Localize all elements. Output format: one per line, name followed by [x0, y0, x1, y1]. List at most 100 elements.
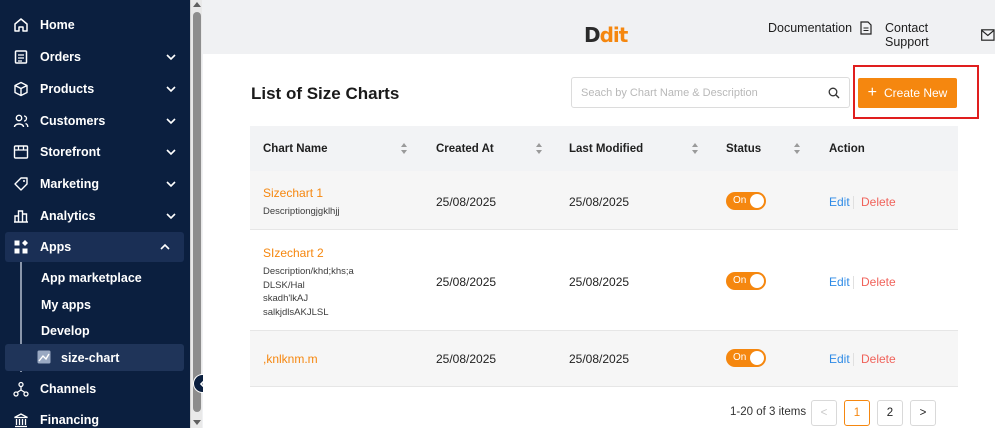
- sidebar-item-storefront[interactable]: Storefront: [0, 137, 190, 167]
- pagination-page-2[interactable]: 2: [877, 400, 903, 426]
- last-modified: 25/08/2025: [569, 275, 630, 289]
- toggle-knob: [750, 351, 764, 365]
- sidebar-subitem-develop[interactable]: Develop: [41, 324, 90, 338]
- documentation-link[interactable]: Documentation: [768, 21, 872, 35]
- status-toggle-label: On: [733, 275, 747, 286]
- page-title: List of Size Charts: [251, 84, 400, 103]
- chart-description: Descriptiongjgklhjj: [263, 206, 340, 217]
- sidebar-item-label: Analytics: [40, 209, 96, 223]
- delete-link[interactable]: Delete: [861, 275, 896, 289]
- contact-support-label: Contact Support: [885, 21, 929, 49]
- plus-icon: +: [867, 84, 877, 101]
- contact-support-link[interactable]: Contact Support: [885, 21, 995, 49]
- sidebar-item-label: Home: [40, 18, 75, 32]
- table-row: ,knlknm.m 25/08/2025 25/08/2025 On Edit …: [250, 331, 958, 387]
- channels-icon: [12, 380, 30, 398]
- sidebar-item-products[interactable]: Products: [0, 74, 190, 104]
- orders-icon: [12, 48, 30, 66]
- search-icon[interactable]: [828, 87, 840, 99]
- sort-icon[interactable]: [400, 142, 408, 155]
- sidebar-item-customers[interactable]: Customers: [0, 106, 190, 136]
- home-icon: [12, 16, 30, 34]
- toggle-knob: [750, 194, 764, 208]
- chevron-down-icon: [166, 181, 176, 188]
- delete-link[interactable]: Delete: [861, 195, 896, 209]
- chevron-down-icon: [166, 86, 176, 93]
- sidebar-item-label: Marketing: [40, 177, 100, 191]
- status-toggle[interactable]: On: [726, 349, 766, 367]
- pagination-prev-button[interactable]: <: [811, 400, 837, 426]
- chart-name-link[interactable]: SIzechart 2: [263, 246, 324, 260]
- search-box[interactable]: [571, 77, 850, 108]
- chevron-down-icon: [166, 149, 176, 156]
- column-header-chart-name[interactable]: Chart Name: [263, 143, 328, 155]
- status-toggle[interactable]: On: [726, 192, 766, 210]
- sidebar-item-apps[interactable]: Apps: [5, 232, 184, 262]
- search-input[interactable]: [581, 85, 811, 101]
- scroll-up-arrow-icon[interactable]: [193, 2, 201, 7]
- storefront-icon: [12, 143, 30, 161]
- column-header-created-at[interactable]: Created At: [436, 143, 494, 155]
- products-icon: [12, 80, 30, 98]
- sort-icon[interactable]: [535, 142, 543, 155]
- chart-name-link[interactable]: Sizechart 1: [263, 186, 323, 200]
- created-at: 25/08/2025: [436, 195, 497, 209]
- chevron-down-icon: [166, 118, 176, 125]
- toggle-knob: [750, 274, 764, 288]
- documentation-label: Documentation: [768, 21, 853, 35]
- column-header-action: Action: [829, 143, 865, 155]
- sidebar-item-orders[interactable]: Orders: [0, 42, 190, 72]
- table-row: Sizechart 1 Descriptiongjgklhjj 25/08/20…: [250, 171, 958, 230]
- edit-link[interactable]: Edit: [829, 352, 850, 366]
- chart-name-link[interactable]: ,knlknm.m: [263, 352, 318, 366]
- sidebar-item-label: Storefront: [40, 145, 101, 159]
- created-at: 25/08/2025: [436, 275, 497, 289]
- sidebar-item-analytics[interactable]: Analytics: [0, 201, 190, 231]
- logo-accent: dit: [599, 23, 629, 47]
- logo: Ddit: [584, 23, 629, 47]
- sidebar-subitem-my-apps[interactable]: My apps: [41, 298, 91, 312]
- sidebar-item-label: Orders: [40, 50, 81, 64]
- action-divider: [853, 196, 854, 209]
- delete-link[interactable]: Delete: [861, 352, 896, 366]
- edit-link[interactable]: Edit: [829, 275, 850, 289]
- sort-icon[interactable]: [793, 142, 801, 155]
- table-row: SIzechart 2 Description/khd;khs;a DLSK/H…: [250, 230, 958, 331]
- table-header: Chart Name Created At Last Modified Stat…: [250, 126, 958, 171]
- scroll-thumb[interactable]: [193, 12, 201, 412]
- sidebar-item-label: Customers: [40, 114, 106, 128]
- sidebar: Home Orders Products Customers Storefron…: [0, 0, 190, 428]
- apps-icon: [12, 238, 30, 256]
- sidebar-subitem-label: size-chart: [61, 351, 120, 365]
- logo-main: D: [584, 23, 601, 47]
- status-toggle[interactable]: On: [726, 272, 766, 290]
- sidebar-item-financing[interactable]: Financing: [0, 405, 190, 428]
- chevron-up-icon: [160, 243, 170, 250]
- pagination-page-1[interactable]: 1: [844, 400, 870, 426]
- sidebar-item-label: Products: [40, 82, 95, 96]
- column-header-last-modified[interactable]: Last Modified: [569, 143, 643, 155]
- last-modified: 25/08/2025: [569, 195, 630, 209]
- sidebar-item-home[interactable]: Home: [0, 10, 190, 40]
- sidebar-item-channels[interactable]: Channels: [0, 374, 190, 404]
- status-toggle-label: On: [733, 195, 747, 206]
- scroll-down-arrow-icon[interactable]: [193, 420, 201, 425]
- create-new-label: Create New: [883, 86, 948, 100]
- sidebar-item-label: Financing: [40, 413, 100, 427]
- sidebar-subitem-app-marketplace[interactable]: App marketplace: [41, 271, 142, 285]
- pagination-next-button[interactable]: >: [910, 400, 936, 426]
- sidebar-subitem-size-chart[interactable]: size-chart: [5, 344, 184, 371]
- sidebar-item-marketing[interactable]: Marketing: [0, 169, 190, 199]
- financing-icon: [12, 411, 30, 428]
- sidebar-scrollbar[interactable]: [190, 0, 202, 428]
- action-divider: [853, 353, 854, 366]
- sort-icon[interactable]: [691, 142, 699, 155]
- sidebar-item-label: Channels: [40, 382, 97, 396]
- customers-icon: [12, 112, 30, 130]
- top-bar: Ddit Documentation Contact Support: [203, 0, 995, 54]
- document-icon: [860, 21, 872, 35]
- edit-link[interactable]: Edit: [829, 195, 850, 209]
- column-header-status[interactable]: Status: [726, 143, 761, 155]
- create-new-button[interactable]: + Create New: [858, 78, 957, 108]
- last-modified: 25/08/2025: [569, 352, 630, 366]
